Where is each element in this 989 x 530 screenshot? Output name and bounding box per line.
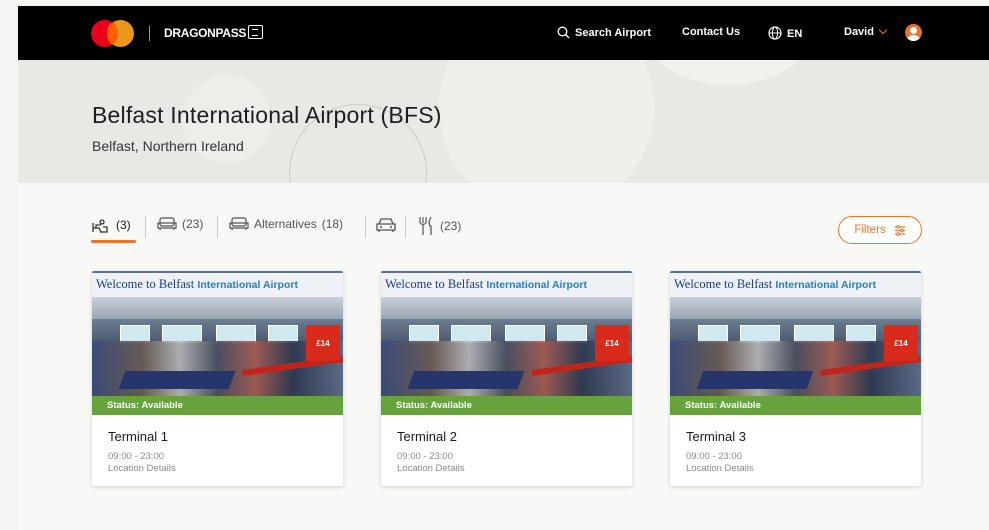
tab-divider — [145, 216, 146, 238]
opening-hours: 09:00 - 23:00 — [686, 451, 742, 462]
chevron-down-icon — [878, 25, 888, 35]
sliders-icon — [894, 224, 905, 236]
avatar[interactable] — [905, 24, 922, 41]
dragonpass-logo[interactable]: DRAGONPASS — [164, 25, 264, 40]
search-airport-label: Search Airport — [575, 27, 652, 39]
tab-divider — [365, 216, 366, 238]
brand-name: DRAGONPASS — [164, 26, 247, 40]
status-badge: Status: Available — [381, 396, 632, 415]
tab-count: (3) — [116, 218, 131, 232]
sofa-icon — [157, 217, 177, 230]
opening-hours: 09:00 - 23:00 — [108, 451, 164, 462]
tab-lounges[interactable]: (3) — [91, 216, 131, 234]
filters-button[interactable]: Filters — [838, 216, 922, 244]
user-name: David — [844, 26, 874, 38]
card-title: Terminal 3 — [686, 429, 746, 444]
logo-divider — [149, 26, 150, 41]
location-details-link[interactable]: Location Details — [686, 463, 754, 474]
lounge-photo: Welcome to Belfast International Airport… — [381, 271, 632, 396]
tab-seating[interactable]: (23) — [157, 216, 203, 232]
tab-dining[interactable]: (23) — [417, 216, 461, 236]
opening-hours: 09:00 - 23:00 — [397, 451, 453, 462]
location-details-link[interactable]: Location Details — [108, 463, 176, 474]
airport-hero: Belfast International Airport (BFS) Belf… — [18, 60, 989, 183]
filters-label: Filters — [854, 224, 886, 236]
tab-alternatives[interactable]: Alternatives (18) — [229, 216, 343, 232]
page-frame: DRAGONPASS Search Airport Contact Us EN … — [18, 6, 989, 530]
language-code: EN — [787, 28, 803, 40]
airport-location: Belfast, Northern Ireland — [92, 138, 244, 154]
user-menu[interactable]: David — [844, 25, 888, 38]
card-title: Terminal 2 — [397, 429, 457, 444]
search-icon — [557, 26, 570, 39]
location-details-link[interactable]: Location Details — [397, 463, 465, 474]
tab-label: Alternatives — [254, 217, 317, 231]
search-airport-link[interactable]: Search Airport — [557, 26, 651, 39]
tab-count: (23) — [182, 217, 204, 231]
language-selector[interactable]: EN — [768, 26, 802, 40]
lounge-photo: Welcome to Belfast International Airport… — [92, 271, 343, 396]
car-icon — [376, 218, 396, 232]
status-badge: Status: Available — [670, 396, 921, 415]
tab-divider — [217, 216, 218, 238]
lounge-card[interactable]: Welcome to Belfast International Airport… — [381, 271, 632, 486]
mastercard-logo[interactable] — [91, 20, 135, 47]
photo-banner-text: Welcome to Belfast International Airport — [670, 273, 921, 297]
alternatives-icon — [229, 217, 249, 230]
contact-us-link[interactable]: Contact Us — [682, 26, 740, 38]
tab-count: (18) — [321, 217, 344, 231]
brand-mark-icon — [248, 25, 264, 39]
lounge-card[interactable]: Welcome to Belfast International Airport… — [92, 271, 343, 486]
card-title: Terminal 1 — [108, 429, 168, 444]
tab-count: (23) — [440, 219, 462, 233]
top-navigation-bar: DRAGONPASS Search Airport Contact Us EN … — [18, 6, 989, 60]
lounge-photo: Welcome to Belfast International Airport… — [670, 271, 921, 396]
status-badge: Status: Available — [92, 396, 343, 415]
hero-decoration — [628, 60, 828, 85]
lounge-icon — [92, 219, 108, 233]
hero-decoration — [439, 60, 654, 183]
tab-divider — [405, 216, 406, 238]
contact-us-label: Contact Us — [682, 26, 741, 38]
photo-banner-text: Welcome to Belfast International Airport — [381, 273, 632, 297]
photo-banner-text: Welcome to Belfast International Airport — [92, 273, 343, 297]
globe-icon — [768, 26, 782, 40]
lounge-card[interactable]: Welcome to Belfast International Airport… — [670, 271, 921, 486]
dining-icon — [419, 216, 432, 235]
tab-transfers[interactable] — [375, 216, 397, 234]
active-tab-indicator — [91, 240, 136, 243]
page-title: Belfast International Airport (BFS) — [92, 102, 442, 128]
